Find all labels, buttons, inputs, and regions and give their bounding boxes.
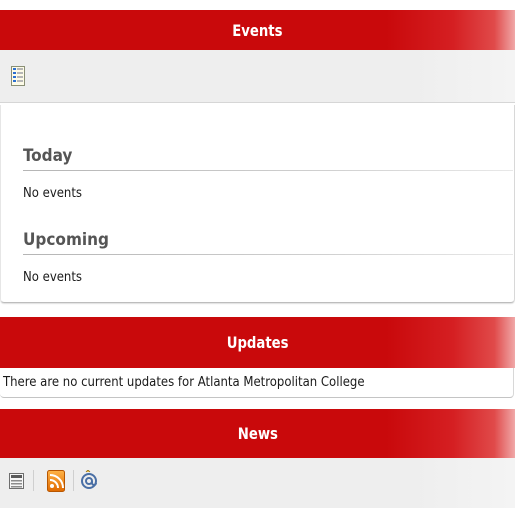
events-toolbar: [0, 50, 515, 103]
today-divider: [23, 170, 513, 171]
updates-message: There are no current updates for Atlanta…: [3, 375, 365, 390]
email-subscribe-icon[interactable]: [80, 469, 98, 494]
upcoming-empty-text: No events: [23, 270, 83, 285]
upcoming-divider: [23, 254, 513, 255]
events-header: Events: [0, 10, 515, 50]
today-empty-text: No events: [23, 186, 83, 201]
updates-panel-body: There are no current updates for Atlanta…: [0, 368, 514, 398]
list-view-icon[interactable]: [11, 66, 25, 90]
rss-feed-icon[interactable]: [47, 470, 65, 496]
toolbar-separator: [33, 470, 34, 491]
news-list-icon[interactable]: [9, 473, 24, 493]
events-header-title: Events: [232, 20, 283, 40]
news-toolbar: [0, 458, 515, 508]
updates-header-title: Updates: [226, 333, 289, 352]
updates-header: Updates: [0, 317, 515, 368]
today-heading: Today: [23, 146, 73, 166]
news-header: News: [0, 409, 515, 458]
news-header-title: News: [237, 424, 278, 443]
upcoming-heading: Upcoming: [23, 230, 109, 250]
toolbar-separator: [73, 470, 74, 491]
